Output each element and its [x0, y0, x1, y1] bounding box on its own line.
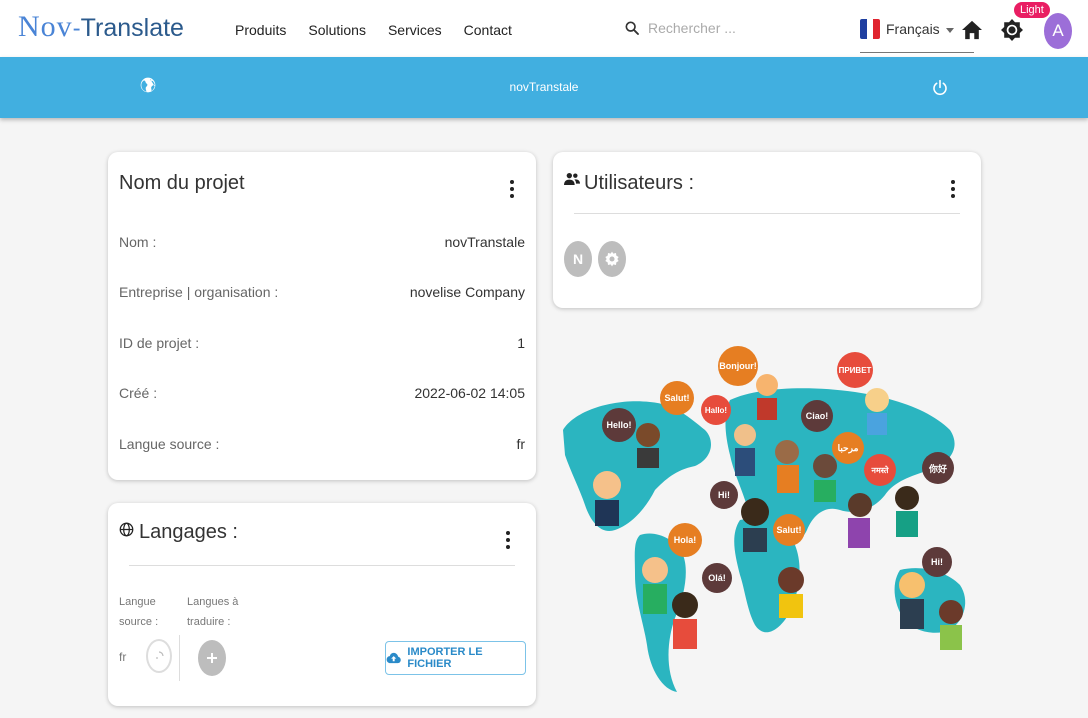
power-icon[interactable] [932, 79, 948, 97]
bubble-bonjour-text: Bonjour! [719, 361, 757, 371]
nav-item-produits[interactable]: Produits [235, 22, 286, 38]
main-nav: Produits Solutions Services Contact [235, 22, 512, 38]
bubble-hallo-text: Hallo! [705, 406, 727, 415]
info-value: novTranstale [444, 234, 525, 250]
users-card: Utilisateurs : N [553, 152, 981, 308]
more-vert-icon[interactable] [506, 531, 510, 549]
users-card-title: Utilisateurs : [584, 172, 695, 194]
bubble-privet-text: ПРИВЕТ [839, 366, 872, 375]
info-key: Nom : [119, 234, 157, 250]
info-value: 1 [517, 335, 525, 351]
project-title: novTranstale [509, 80, 579, 94]
info-key: Créé : [119, 385, 158, 401]
progress-icon [156, 651, 164, 659]
brand-dash: - [72, 15, 81, 42]
languages-card-title: Langages : [139, 521, 238, 543]
import-button-label: IMPORTER LE FICHIER [407, 646, 483, 670]
user-avatar-n[interactable]: N [564, 241, 592, 277]
bubble-salut-2-text: Salut! [776, 525, 801, 535]
plus-icon [207, 653, 217, 663]
cloud-upload-icon [386, 652, 401, 664]
world-languages-illustration: Bonjour! ПРИВЕТ Salut! Hallo! Hello! Cia… [563, 346, 966, 692]
brand-part1: Nov [18, 10, 73, 43]
more-vert-icon[interactable] [951, 180, 955, 198]
bubble-nihao-text: 你好 [928, 463, 947, 474]
info-row-id: ID de projet : 1 [119, 335, 525, 351]
divider [574, 213, 960, 214]
language-label: Français [886, 21, 940, 37]
brand-part2: Translate [80, 14, 184, 42]
project-bar: novTranstale [0, 57, 1088, 118]
brand-logo[interactable]: Nov-Translate [18, 10, 184, 44]
info-key: ID de projet : [119, 335, 200, 351]
info-value: fr [516, 436, 525, 452]
source-label-line1: Langue [119, 596, 156, 608]
source-label-line2: source : [119, 616, 159, 628]
gear-icon [605, 251, 619, 267]
import-file-button[interactable]: IMPORTER LE FICHIER [385, 641, 526, 675]
more-vert-icon[interactable] [510, 180, 514, 198]
bubble-hola-text: Hola! [674, 535, 697, 545]
info-key: Langue source : [119, 436, 220, 452]
target-languages-label: Langues à traduire : [187, 592, 238, 632]
brightness-icon[interactable] [1000, 18, 1024, 42]
info-value: 2022-06-02 14:05 [414, 385, 525, 401]
bubble-hello-text: Hello! [606, 420, 631, 430]
search-bar [624, 20, 798, 36]
top-navbar: Nov-Translate Produits Solutions Service… [0, 0, 1088, 57]
source-language-value: fr [119, 650, 127, 664]
bubble-namaste-text: नमस्ते [871, 465, 889, 475]
info-row-nom: Nom : novTranstale [119, 234, 525, 250]
project-card-title: Nom du projet [119, 172, 245, 194]
languages-card: Langages : Langue source : Langues à tra… [108, 503, 536, 706]
search-icon[interactable] [624, 20, 640, 36]
bubble-salut-text: Salut! [664, 393, 689, 403]
bubble-ciao-text: Ciao! [806, 411, 829, 421]
language-globe-icon [119, 522, 134, 537]
bubble-marhaba-text: مرحبا [838, 443, 859, 454]
vertical-divider [179, 635, 180, 681]
nav-item-contact[interactable]: Contact [464, 22, 512, 38]
target-label-line2: traduire : [187, 616, 231, 628]
france-flag-icon [860, 19, 880, 39]
home-icon[interactable] [961, 20, 983, 40]
info-row-langue-source: Langue source : fr [119, 436, 525, 452]
info-row-cree: Créé : 2022-06-02 14:05 [119, 385, 525, 401]
nav-item-solutions[interactable]: Solutions [308, 22, 366, 38]
info-value: novelise Company [409, 284, 525, 300]
bubble-ola-text: Olá! [708, 573, 726, 583]
user-settings-button[interactable] [598, 241, 626, 277]
source-language-label: Langue source : [119, 592, 158, 632]
theme-badge: Light [1014, 2, 1050, 18]
nav-item-services[interactable]: Services [388, 22, 442, 38]
chevron-down-icon [945, 28, 954, 33]
divider [129, 565, 515, 566]
info-key: Entreprise | organisation : [119, 284, 279, 300]
source-language-progress [146, 639, 172, 673]
info-row-entreprise: Entreprise | organisation : novelise Com… [119, 284, 525, 300]
bubble-hi-2-text: Hi! [931, 557, 943, 567]
people-icon [564, 173, 580, 185]
bubble-hi-1-text: Hi! [718, 490, 730, 500]
target-label-line1: Langues à [187, 596, 239, 608]
add-language-button[interactable] [198, 640, 226, 676]
search-input[interactable] [648, 20, 798, 36]
project-card: Nom du projet Nom : novTranstale Entrepr… [108, 152, 536, 480]
language-select[interactable]: Français [860, 19, 974, 53]
user-avatar[interactable]: A [1044, 13, 1072, 49]
